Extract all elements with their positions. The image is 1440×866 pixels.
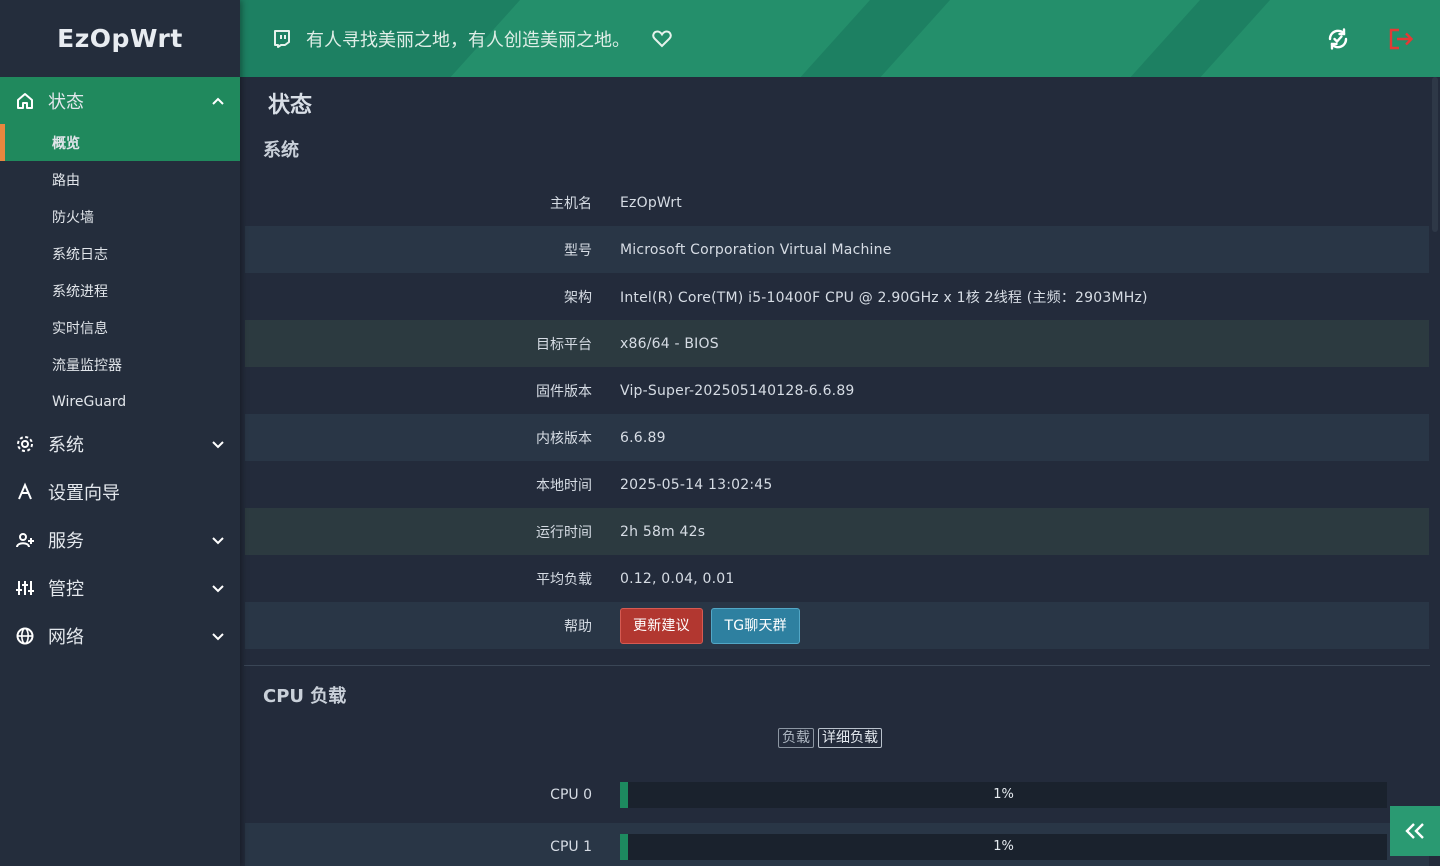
system-info-table: 主机名 EzOpWrt 型号 Microsoft Corporation Vir… [245,179,1429,649]
nav-network[interactable]: 网络 [0,612,240,660]
sidebar: EzOpWrt 状态 概览 路由 防火墙 系统日志 系统进程 实时信息 流量监控… [0,0,240,866]
row-value: 0.12, 0.04, 0.01 [620,570,735,587]
sidebar-item-routes[interactable]: 路由 [0,161,240,198]
chevron-down-icon [210,580,226,596]
nav-system[interactable]: 系统 [0,420,240,468]
nav-status-label: 状态 [48,91,84,113]
cpu-label: CPU 0 [550,786,592,803]
gear-icon [14,433,36,455]
chevron-up-icon [210,93,226,109]
chevron-down-icon [210,628,226,644]
update-suggestion-button[interactable]: 更新建议 [620,607,703,644]
tg-group-button[interactable]: TG聊天群 [711,607,800,644]
status-submenu: 概览 路由 防火墙 系统日志 系统进程 实时信息 流量监控器 WireGuard [0,124,240,420]
row-value: Microsoft Corporation Virtual Machine [620,241,892,258]
double-chevron-left-icon [1404,822,1426,840]
tab-load[interactable]: 负载 [778,728,814,748]
row-value: Intel(R) Core(TM) i5-10400F CPU @ 2.90GH… [620,289,1148,306]
logout-icon[interactable] [1388,27,1414,51]
chevron-down-icon [210,532,226,548]
page-title: 状态 [268,93,313,118]
table-row-help: 帮助 更新建议 TG聊天群 [245,602,1429,649]
nav-services-label: 服务 [48,531,84,552]
user-plus-icon [14,529,36,551]
section-title-cpu: CPU 负载 [263,686,347,707]
sidebar-item-syslog[interactable]: 系统日志 [0,235,240,272]
row-key: 主机名 [550,195,592,212]
cpu-load-bar: 1% [620,781,1387,808]
wizard-icon [14,481,36,503]
row-key: 平均负载 [536,571,592,588]
row-value: Vip-Super-202505140128-6.6.89 [620,382,855,399]
table-row-kernel: 内核版本 6.6.89 [245,414,1429,461]
sidebar-item-wireguard[interactable]: WireGuard [0,383,240,420]
nav-services[interactable]: 服务 [0,516,240,564]
row-value: x86/64 - BIOS [620,335,719,352]
chevron-down-icon [210,436,226,452]
row-key: 内核版本 [536,430,592,447]
section-title-system: 系统 [263,140,299,161]
tab-detailed-load[interactable]: 详细负载 [818,728,882,748]
refresh-icon[interactable] [1326,27,1350,51]
nav-wizard-label: 设置向导 [48,483,120,504]
table-row-target: 目标平台 x86/64 - BIOS [245,320,1429,367]
top-header: 有人寻找美丽之地，有人创造美丽之地。 [240,0,1440,77]
globe-icon [14,625,36,647]
table-row-uptime: 运行时间 2h 58m 42s [245,508,1429,555]
help-buttons: 更新建议 TG聊天群 [620,607,1429,644]
nav-wizard[interactable]: 设置向导 [0,468,240,516]
row-value: 2h 58m 42s [620,523,706,540]
sidebar-item-overview[interactable]: 概览 [0,124,240,161]
row-value: 6.6.89 [620,429,666,446]
twitch-icon [272,29,292,49]
sidebar-item-realtime[interactable]: 实时信息 [0,309,240,346]
cpu-load-percent: 1% [993,786,1014,802]
brand-logo[interactable]: EzOpWrt [0,0,240,77]
row-key: 目标平台 [536,336,592,353]
row-key: 架构 [564,289,592,306]
nav-system-label: 系统 [48,435,84,456]
table-row-loadavg: 平均负载 0.12, 0.04, 0.01 [245,555,1429,602]
cpu-label: CPU 1 [550,838,592,855]
cpu-row: CPU 0 1% [245,771,1429,818]
row-value: 2025-05-14 13:02:45 [620,476,773,493]
row-key: 固件版本 [536,383,592,400]
heart-icon[interactable] [652,29,672,48]
header-motto: 有人寻找美丽之地，有人创造美丽之地。 [306,29,630,51]
nav-status[interactable]: 状态 [0,77,240,124]
nav-network-label: 网络 [48,627,84,648]
cpu-row: CPU 1 1% [245,823,1429,866]
table-row-localtime: 本地时间 2025-05-14 13:02:45 [245,461,1429,508]
sidebar-item-traffic-monitor[interactable]: 流量监控器 [0,346,240,383]
table-row-firmware: 固件版本 Vip-Super-202505140128-6.6.89 [245,367,1429,414]
row-key: 型号 [564,242,592,259]
cpu-load-bar: 1% [620,833,1387,860]
sidebar-item-firewall[interactable]: 防火墙 [0,198,240,235]
collapse-sidebar-button[interactable] [1390,806,1440,856]
home-icon [14,90,36,112]
sliders-icon [14,577,36,599]
sidebar-item-processes[interactable]: 系统进程 [0,272,240,309]
row-key: 运行时间 [536,524,592,541]
nav-control-label: 管控 [48,579,84,600]
table-row-hostname: 主机名 EzOpWrt [245,179,1429,226]
main-content: 状态 系统 主机名 EzOpWrt 型号 Microsoft Corporati… [240,77,1440,866]
nav-control[interactable]: 管控 [0,564,240,612]
row-value: EzOpWrt [620,194,682,211]
row-key: 帮助 [564,618,592,635]
cpu-load-percent: 1% [993,838,1014,854]
load-tabs: 负载 详细负载 [778,728,882,748]
row-key: 本地时间 [536,477,592,494]
section-divider [244,665,1430,666]
table-row-model: 型号 Microsoft Corporation Virtual Machine [245,226,1429,273]
table-row-arch: 架构 Intel(R) Core(TM) i5-10400F CPU @ 2.9… [245,273,1429,320]
